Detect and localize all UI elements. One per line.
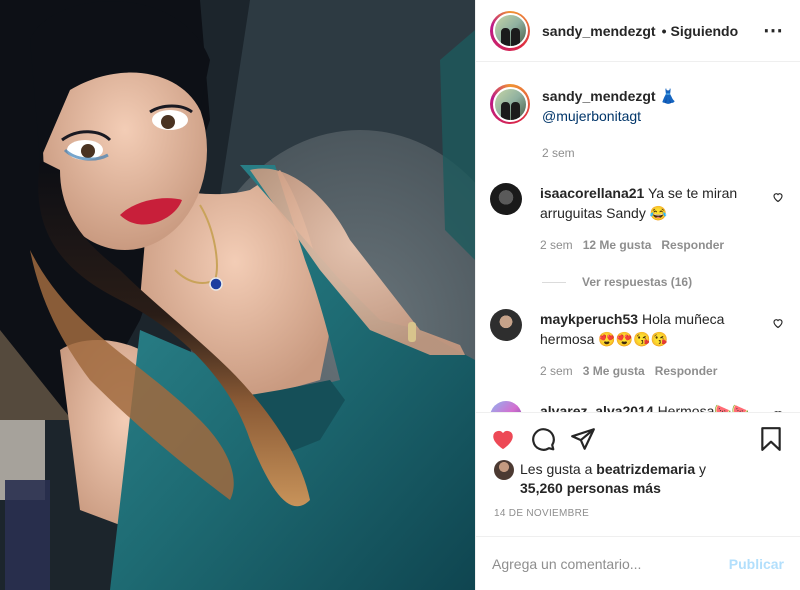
liker-username[interactable]: beatrizdemaria [596,461,695,477]
comment-likes[interactable]: 3 Me gusta [583,364,645,378]
caption-time: 2 sem [542,146,575,160]
likes-prefix: Les gusta a [520,461,593,477]
comment-avatar[interactable] [490,309,522,341]
comment-avatar[interactable] [490,401,522,412]
comment-like-icon[interactable] [772,409,784,412]
comment-username[interactable]: isaacorellana21 [540,185,644,201]
caption-mention[interactable]: @mujerbonitagt [542,106,758,126]
bookmark-icon[interactable] [758,426,784,452]
likes-count[interactable]: 35,260 personas más [520,480,661,496]
add-comment-bar: Publicar [476,536,800,590]
comment-username[interactable]: alvarez_alva2014 [540,403,654,412]
share-icon[interactable] [570,426,596,452]
heart-filled-icon[interactable] [490,426,516,452]
post-side-panel: sandy_mendezgt • Siguiendo ⋯ sandy_mende… [475,0,800,590]
comment-input[interactable] [492,555,729,572]
caption: sandy_mendezgt 👗 @mujerbonitagt 2 sem [490,84,784,163]
comment-avatar[interactable] [490,183,522,215]
publish-button[interactable]: Publicar [729,556,784,572]
likes-summary: Les gusta a beatrizdemaria y 35,260 pers… [476,456,800,498]
post-photo[interactable] [0,0,475,590]
comment-icon[interactable] [530,426,556,452]
author-avatar[interactable] [490,10,530,51]
liker-avatar[interactable] [494,460,514,480]
comment-time: 2 sem [540,364,573,378]
following-button[interactable]: Siguiendo [671,23,739,39]
view-replies-label: Ver respuestas (16) [582,275,693,289]
header-separator: • [661,22,667,39]
more-options-icon[interactable]: ⋯ [763,21,784,41]
comment-item: alvarez_alva2014 Hermosa🍉🍉❤️ [490,401,784,412]
caption-avatar[interactable] [490,84,530,124]
post-date[interactable]: 14 DE NOVIEMBRE [476,498,800,536]
comment-time: 2 sem [540,238,573,252]
comment-like-icon[interactable] [772,191,784,203]
comment-meta: 2 sem 12 Me gusta Responder [540,235,758,255]
author-username[interactable]: sandy_mendezgt [542,23,656,39]
post-header: sandy_mendezgt • Siguiendo ⋯ [476,0,800,62]
view-replies-button[interactable]: Ver respuestas (16) [542,275,784,289]
caption-emoji: 👗 [659,88,677,104]
reply-button[interactable]: Responder [661,238,724,252]
post-image [0,0,475,590]
comment-item: isaacorellana21 Ya se te miran arruguita… [490,183,784,255]
comment-like-icon[interactable] [772,317,784,329]
reply-button[interactable]: Responder [655,364,718,378]
comment-username[interactable]: maykperuch53 [540,311,638,327]
likes-conj: y [699,461,706,477]
comment-item: maykperuch53 Hola muñeca hermosa 😍😍😘😘 2 … [490,309,784,381]
comment-meta: 2 sem 3 Me gusta Responder [540,361,758,381]
action-bar [476,412,800,456]
comment-likes[interactable]: 12 Me gusta [583,238,652,252]
comments-list[interactable]: sandy_mendezgt 👗 @mujerbonitagt 2 sem is… [476,62,800,412]
caption-username[interactable]: sandy_mendezgt [542,88,656,104]
